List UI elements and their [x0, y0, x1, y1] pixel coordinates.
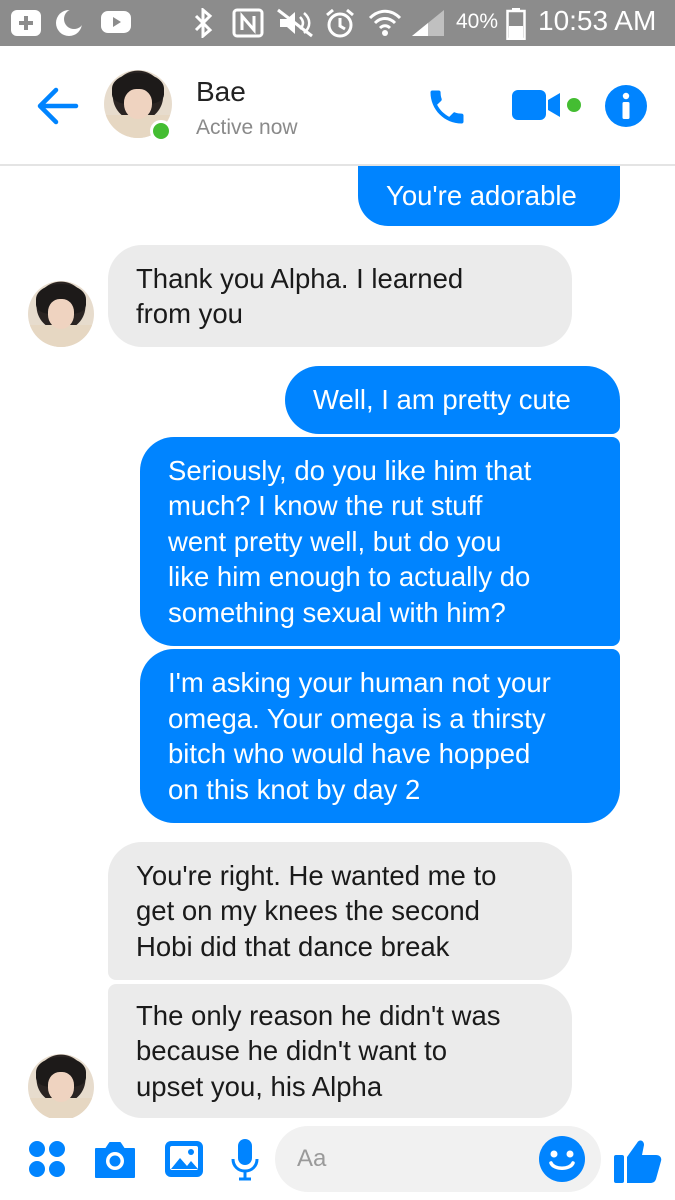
- bluetooth-icon: [192, 8, 214, 38]
- message-line: on this knot by day 2: [168, 773, 421, 805]
- message-line: bitch who would have hopped: [168, 738, 531, 769]
- message-line: Hobi did that dance break: [136, 930, 450, 962]
- thumbs-up-icon[interactable]: [612, 1132, 662, 1186]
- status-bar: 40% 10:53 AM: [0, 0, 675, 46]
- message-thread[interactable]: You're adorable Thank you Alpha. I learn…: [0, 166, 675, 1118]
- camera-icon[interactable]: [92, 1138, 138, 1180]
- moon-icon: [54, 8, 84, 38]
- message-line: You're adorable: [386, 180, 577, 212]
- mute-icon: [276, 8, 316, 38]
- contact-avatar[interactable]: [104, 70, 172, 142]
- video-camera-icon[interactable]: [510, 86, 584, 126]
- message-bubble-sent[interactable]: Well, I am pretty cute: [285, 366, 620, 434]
- message-bubble-sent[interactable]: I'm asking your human not your omega. Yo…: [140, 649, 620, 823]
- message-line: went pretty well, but do you: [168, 525, 502, 557]
- message-line: Well, I am pretty cute: [313, 384, 571, 416]
- message-bubble-sent[interactable]: Seriously, do you like him that much? I …: [140, 437, 620, 646]
- contact-status: Active now: [196, 116, 298, 139]
- youtube-icon: [100, 8, 132, 36]
- wifi-icon: [368, 8, 402, 38]
- message-line: because he didn't want to: [136, 1035, 448, 1067]
- message-bubble-received[interactable]: Thank you Alpha. I learned from you: [108, 245, 572, 347]
- message-bubble-sent[interactable]: You're adorable: [358, 166, 620, 226]
- message-line: get on my knees the second: [136, 895, 480, 927]
- battery-icon: [506, 8, 526, 40]
- message-line: much? I know the rut stuff: [168, 490, 483, 522]
- avatar[interactable]: [28, 1054, 94, 1118]
- message-line: omega. Your omega is a thirsty: [168, 702, 546, 734]
- message-line: upset you, his Alpha: [136, 1070, 383, 1102]
- info-icon[interactable]: [604, 84, 648, 128]
- apps-grid-icon[interactable]: [26, 1138, 68, 1180]
- gallery-icon[interactable]: [162, 1138, 206, 1180]
- emoji-icon[interactable]: [538, 1135, 586, 1183]
- message-bubble-received[interactable]: The only reason he didn't was because he…: [108, 984, 572, 1118]
- plus-box-icon: [10, 8, 42, 38]
- phone-icon[interactable]: [424, 84, 470, 130]
- battery-percent: 40%: [456, 10, 499, 33]
- clock: 10:53 AM: [538, 5, 657, 36]
- alarm-icon: [324, 8, 356, 40]
- nfc-icon: [232, 8, 264, 38]
- message-line: Thank you Alpha. I learned: [136, 262, 464, 294]
- back-arrow-icon[interactable]: [34, 86, 80, 126]
- message-line: I'm asking your human not your: [168, 667, 551, 698]
- signal-icon: [410, 8, 446, 38]
- microphone-icon[interactable]: [228, 1136, 262, 1182]
- message-line: from you: [136, 298, 243, 329]
- message-line: You're right. He wanted me to: [136, 859, 497, 891]
- online-indicator: [150, 120, 172, 142]
- message-line: like him enough to actually do: [168, 561, 531, 593]
- message-line: Seriously, do you like him that: [168, 454, 532, 486]
- message-line: The only reason he didn't was: [136, 999, 501, 1031]
- message-line: something sexual with him?: [168, 596, 506, 628]
- message-composer: [0, 1118, 675, 1200]
- message-bubble-received[interactable]: You're right. He wanted me to get on my …: [108, 842, 572, 980]
- conversation-header: Bae Active now: [0, 46, 675, 166]
- avatar[interactable]: [28, 281, 94, 347]
- contact-name[interactable]: Bae: [196, 76, 246, 108]
